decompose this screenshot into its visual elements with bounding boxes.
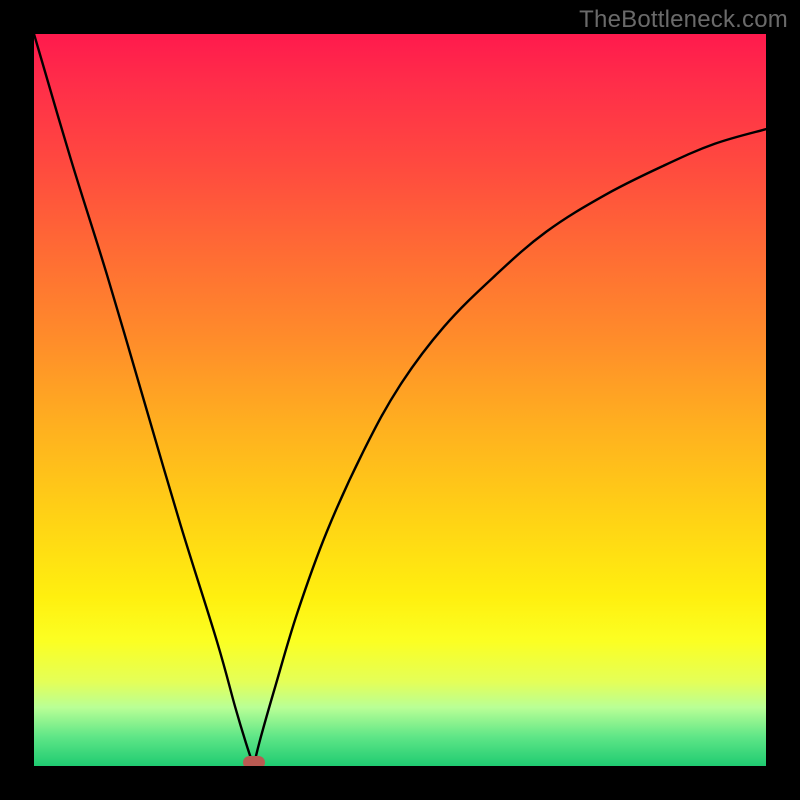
plot-area bbox=[34, 34, 766, 766]
bottleneck-curve bbox=[34, 34, 766, 766]
curve-right-branch bbox=[254, 129, 766, 766]
curve-left-branch bbox=[34, 34, 254, 766]
minimum-marker bbox=[243, 756, 265, 766]
watermark-text: TheBottleneck.com bbox=[579, 6, 788, 34]
